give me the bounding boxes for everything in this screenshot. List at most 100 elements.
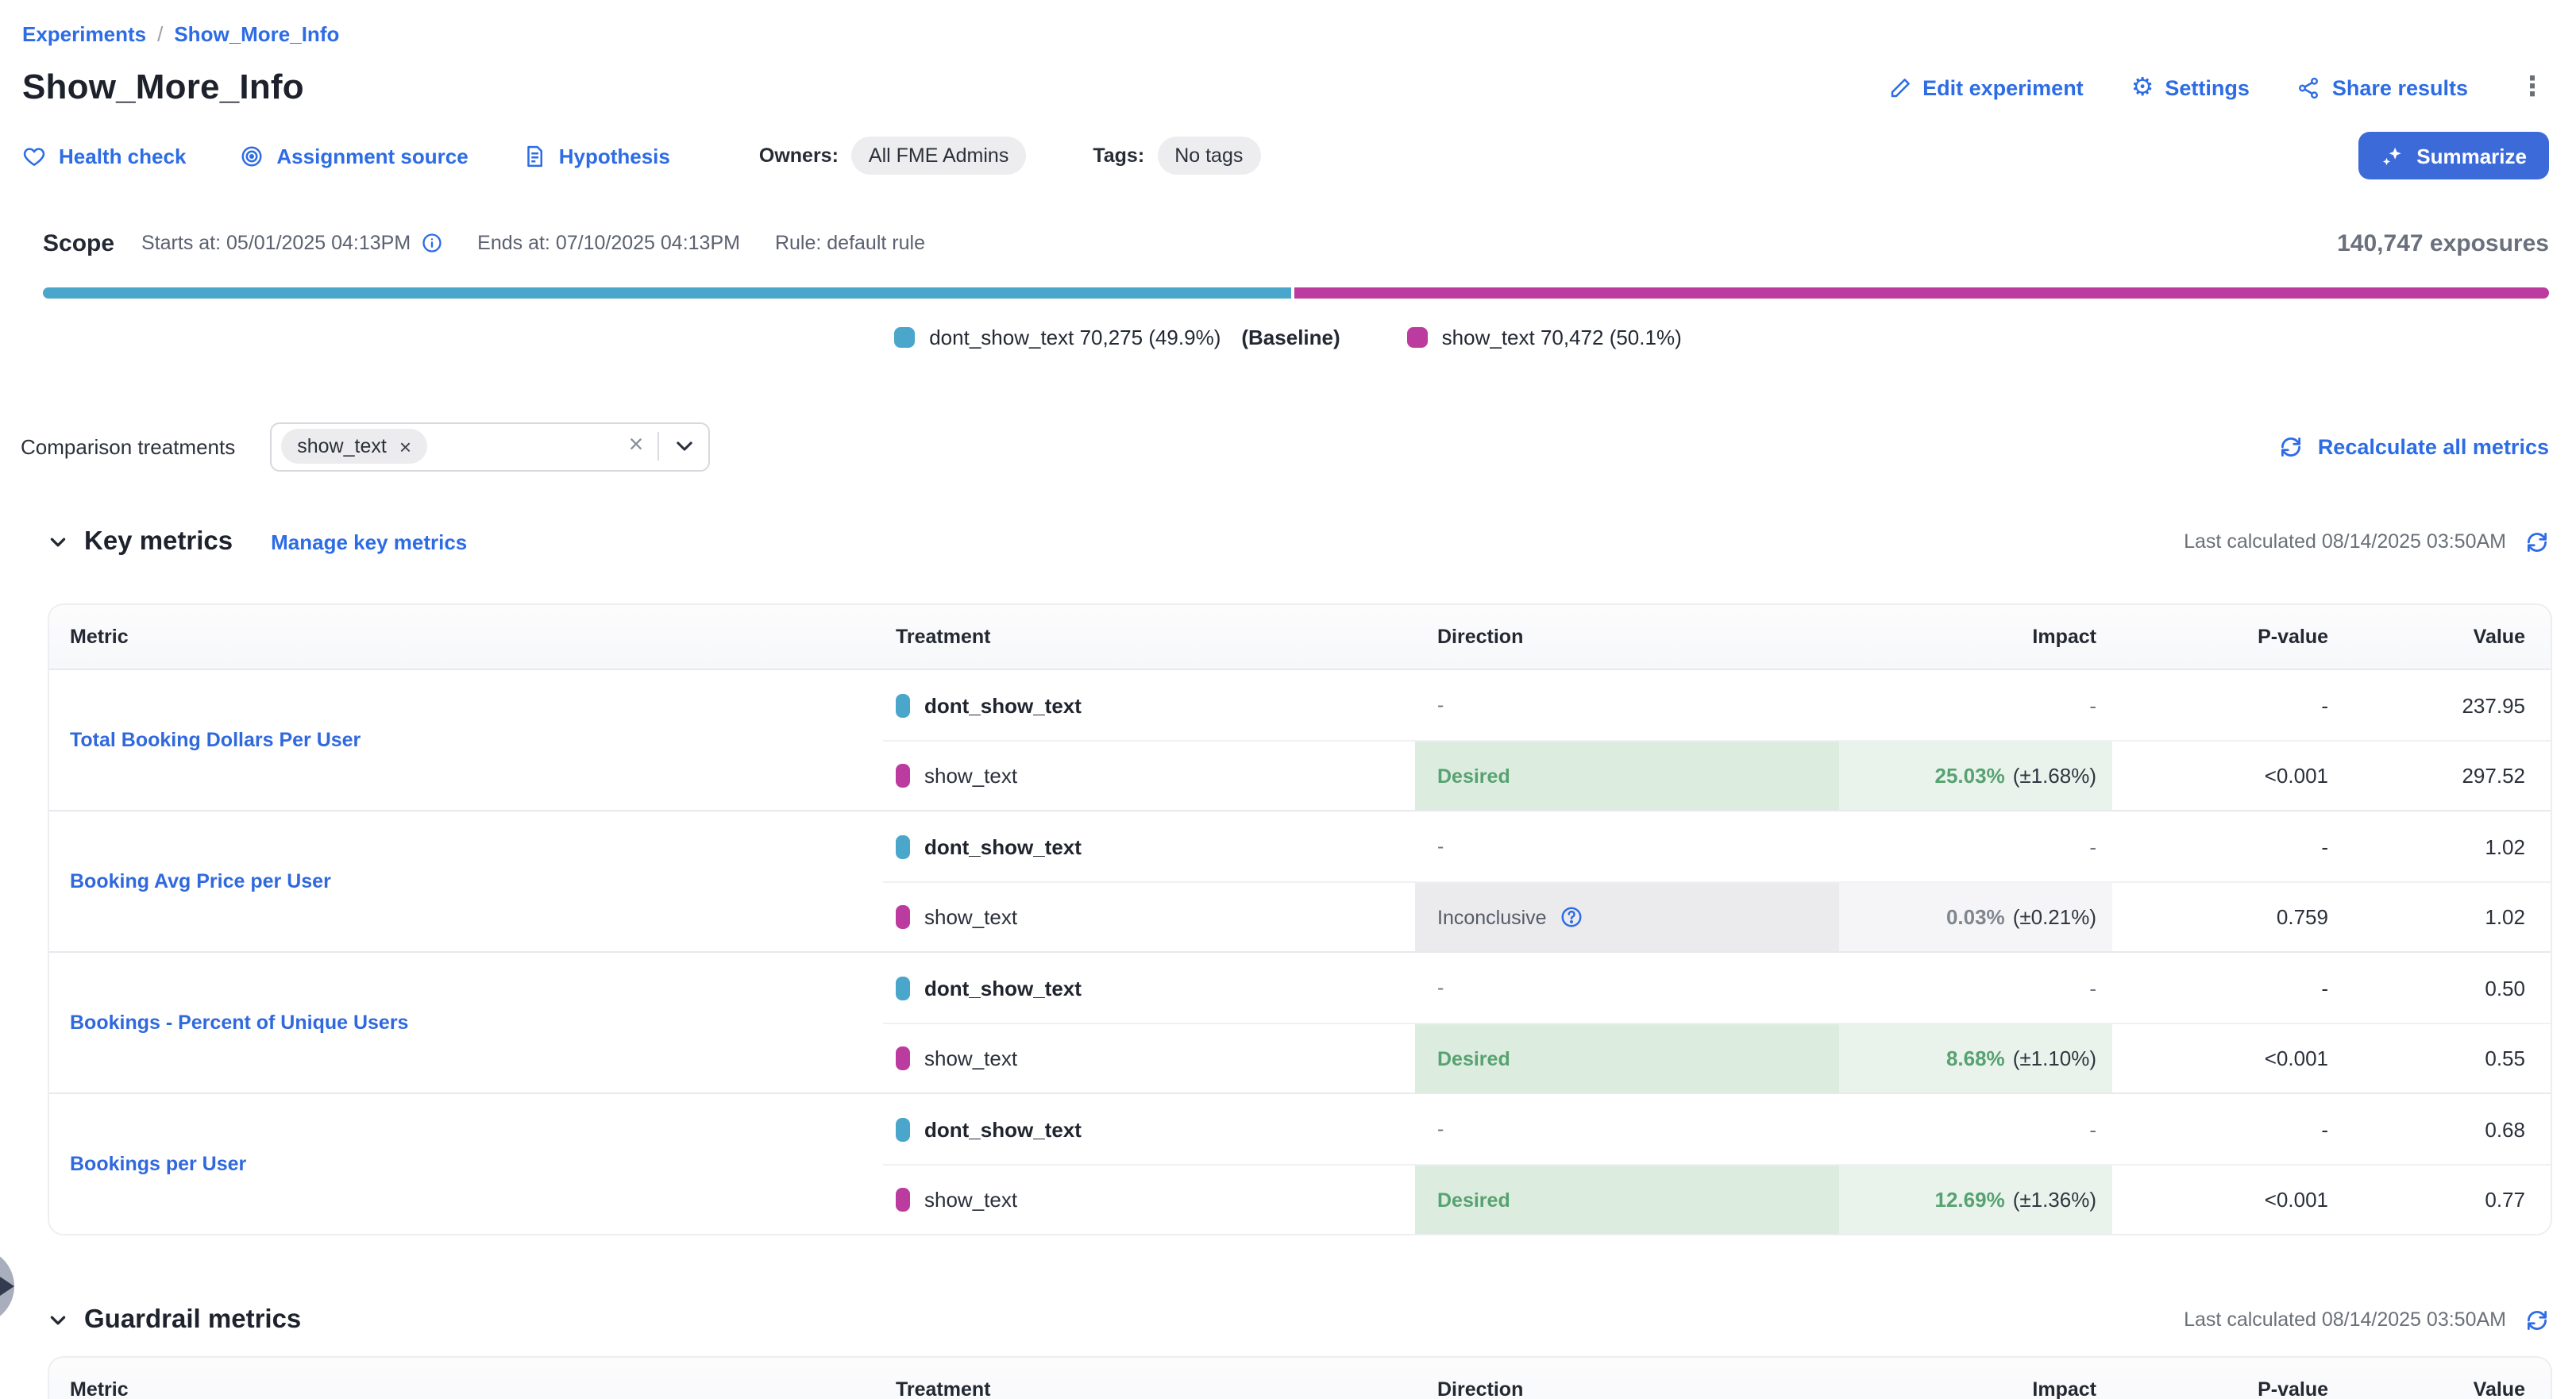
table-header-row: Metric Treatment Direction Impact P-valu…: [49, 1358, 2551, 1399]
exposures-count: 140,747 exposures: [2337, 229, 2549, 256]
summarize-button[interactable]: Summarize: [2358, 132, 2549, 179]
share-results-label: Share results: [2332, 75, 2468, 99]
key-metrics-collapse-icon[interactable]: [48, 531, 68, 552]
meta-links: Health check Assignment source Hypothesi…: [22, 144, 670, 168]
treatment-chip[interactable]: show_text ×: [281, 429, 427, 464]
value-cell: 297.52: [2328, 740, 2551, 810]
treatment-cell-baseline: dont_show_text: [883, 1094, 1415, 1164]
assignment-source-link[interactable]: Assignment source: [240, 144, 468, 168]
baseline-swatch: [894, 327, 915, 348]
baseline-swatch: [896, 693, 910, 717]
sidebar-expand-button[interactable]: [0, 1248, 14, 1324]
share-icon: [2297, 75, 2321, 99]
treatment-bar-segment: [1295, 287, 2549, 299]
info-icon[interactable]: [420, 232, 442, 254]
treatment-swatch: [896, 1046, 910, 1070]
pvalue-cell: <0.001: [2112, 740, 2328, 810]
value-cell: 0.68: [2328, 1094, 2551, 1164]
column-header-pvalue: P-value: [2112, 605, 2328, 669]
title-row: Show_More_Info Edit experiment ⚙ Setting…: [22, 64, 2549, 111]
owners-label: Owners:: [759, 145, 839, 167]
recalculate-label: Recalculate all metrics: [2318, 434, 2549, 458]
edit-experiment-button[interactable]: Edit experiment: [1888, 75, 2084, 99]
impact-cell: -: [1839, 670, 2112, 740]
metric-link[interactable]: Bookings - Percent of Unique Users: [70, 1012, 408, 1034]
value-cell: 0.50: [2328, 953, 2551, 1023]
pvalue-cell: 0.759: [2112, 881, 2328, 951]
direction-cell: Inconclusive: [1415, 881, 1839, 951]
table-header-row: Metric Treatment Direction Impact P-valu…: [49, 605, 2551, 670]
share-results-button[interactable]: Share results: [2297, 75, 2468, 99]
legend-baseline-label: dont_show_text 70,275 (49.9%): [929, 326, 1221, 349]
metric-cell: Bookings - Percent of Unique Users: [49, 953, 883, 1093]
recalculate-all-metrics-button[interactable]: Recalculate all metrics: [2280, 434, 2549, 458]
legend-item-baseline: dont_show_text 70,275 (49.9%) (Baseline): [894, 324, 1340, 351]
tags-pill[interactable]: No tags: [1157, 137, 1260, 175]
tags-label: Tags:: [1093, 145, 1144, 167]
settings-button[interactable]: ⚙ Settings: [2131, 75, 2250, 100]
impact-cell: -: [1839, 1094, 2112, 1164]
more-options-button[interactable]: ⋮: [2516, 74, 2549, 101]
help-circle-icon[interactable]: [1560, 905, 1583, 929]
comparison-treatments-select[interactable]: show_text × ×: [270, 422, 710, 471]
metric-link[interactable]: Bookings per User: [70, 1153, 246, 1175]
metric-cell: Bookings per User: [49, 1094, 883, 1234]
pvalue-cell: <0.001: [2112, 1023, 2328, 1093]
impact-cell: 0.03% (±0.21%): [1839, 881, 2112, 951]
metric-cell: Total Booking Dollars Per User: [49, 670, 883, 810]
scope-starts-at: Starts at: 05/01/2025 04:13PM: [141, 232, 442, 254]
breadcrumb-separator: /: [157, 21, 163, 45]
legend-treatment-label: show_text 70,472 (50.1%): [1442, 326, 1682, 349]
treatment-cell-baseline: dont_show_text: [883, 953, 1415, 1023]
baseline-swatch: [896, 1117, 910, 1141]
impact-cell: -: [1839, 811, 2112, 881]
chevron-down-icon[interactable]: [673, 435, 696, 457]
value-cell: 0.55: [2328, 1023, 2551, 1093]
impact-cell: 8.68% (±1.10%): [1839, 1023, 2112, 1093]
treatment-cell-baseline: dont_show_text: [883, 811, 1415, 881]
legend-baseline-suffix: (Baseline): [1241, 326, 1340, 349]
refresh-icon[interactable]: [2525, 530, 2549, 553]
treatment-cell-variant: show_text: [883, 1164, 1415, 1234]
column-header-impact: Impact: [1839, 1358, 2112, 1399]
refresh-icon[interactable]: [2525, 1308, 2549, 1332]
scope-row: Scope Starts at: 05/01/2025 04:13PM Ends…: [43, 225, 2549, 260]
settings-label: Settings: [2165, 75, 2250, 99]
metric-group: Bookings per User dont_show_text - - - 0…: [49, 1094, 2551, 1234]
refresh-icon: [2280, 434, 2304, 458]
breadcrumb-current[interactable]: Show_More_Info: [174, 21, 339, 45]
play-right-icon: [0, 1277, 14, 1296]
direction-cell: Desired: [1415, 1023, 1839, 1093]
guardrail-metrics-header: Guardrail metrics Last calculated 08/14/…: [48, 1301, 2549, 1339]
last-calculated-text: Last calculated 08/14/2025 03:50AM: [2184, 1308, 2506, 1331]
value-cell: 0.77: [2328, 1164, 2551, 1234]
column-header-metric: Metric: [49, 1358, 883, 1399]
pencil-icon: [1888, 75, 1911, 99]
metric-cell: Booking Avg Price per User: [49, 811, 883, 951]
metric-group: Booking Avg Price per User dont_show_tex…: [49, 811, 2551, 953]
health-check-link[interactable]: Health check: [22, 144, 186, 168]
scope-title: Scope: [43, 229, 114, 256]
exposure-split-bar: [43, 287, 2549, 299]
pvalue-cell: -: [2112, 811, 2328, 881]
pvalue-cell: -: [2112, 670, 2328, 740]
direction-cell: Desired: [1415, 740, 1839, 810]
breadcrumb-experiments[interactable]: Experiments: [22, 21, 146, 45]
impact-cell: -: [1839, 953, 2112, 1023]
guardrail-collapse-icon[interactable]: [48, 1309, 68, 1330]
metric-link[interactable]: Total Booking Dollars Per User: [70, 729, 361, 751]
direction-cell: -: [1415, 1094, 1839, 1164]
baseline-swatch: [896, 976, 910, 1000]
key-metrics-table: Metric Treatment Direction Impact P-valu…: [48, 603, 2552, 1235]
summarize-label: Summarize: [2416, 144, 2527, 168]
manage-key-metrics-link[interactable]: Manage key metrics: [271, 530, 467, 553]
chip-close-icon[interactable]: ×: [399, 436, 411, 457]
select-clear-icon[interactable]: ×: [629, 434, 644, 459]
owners-pill[interactable]: All FME Admins: [851, 137, 1026, 175]
title-actions: Edit experiment ⚙ Settings Share results…: [1888, 74, 2549, 101]
metric-link[interactable]: Booking Avg Price per User: [70, 870, 331, 892]
metric-group: Bookings - Percent of Unique Users dont_…: [49, 953, 2551, 1094]
impact-cell: 12.69% (±1.36%): [1839, 1164, 2112, 1234]
gear-icon: ⚙: [2131, 75, 2154, 100]
hypothesis-link[interactable]: Hypothesis: [523, 144, 670, 168]
